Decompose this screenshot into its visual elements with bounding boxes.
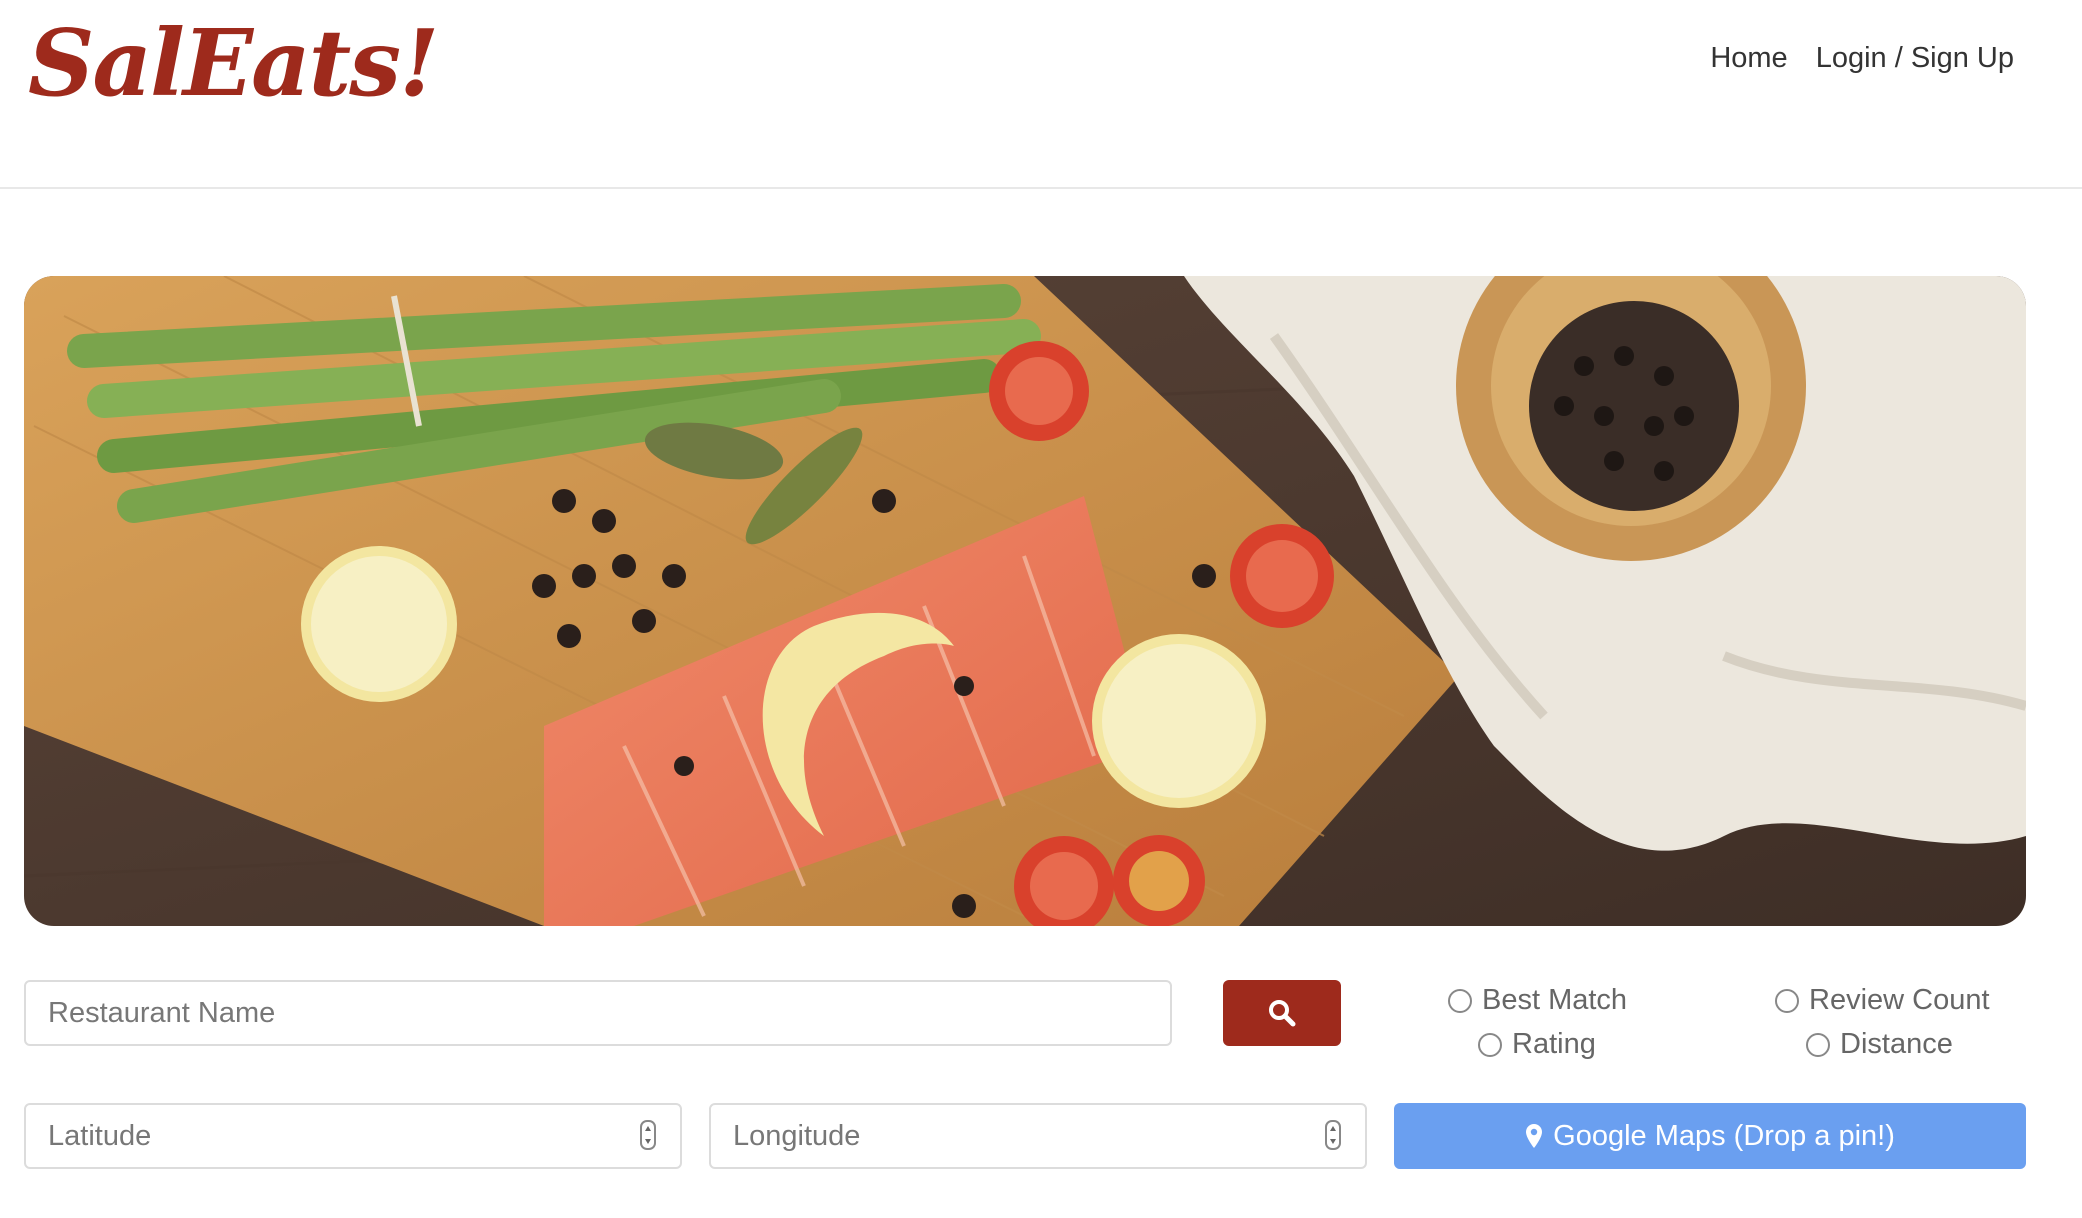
radio-label: Best Match [1482, 984, 1628, 1016]
latitude-field-wrap [24, 1103, 682, 1169]
radio-button[interactable] [1478, 1032, 1502, 1057]
google-maps-button-label: Google Maps (Drop a pin!) [1553, 1119, 1895, 1152]
longitude-input[interactable] [709, 1103, 1367, 1169]
google-maps-button[interactable]: Google Maps (Drop a pin!) [1394, 1103, 2026, 1169]
nav-login-link[interactable]: Login / Sign Up [1816, 42, 2014, 75]
main-nav: Home Login / Sign Up [1710, 42, 2014, 75]
hero-image [24, 276, 2026, 926]
hero-food-illustration [24, 276, 2026, 926]
radio-label: Rating [1512, 1028, 1596, 1060]
sort-radio-best-match[interactable]: Best Match [1448, 984, 1627, 1017]
restaurant-name-input[interactable] [24, 980, 1172, 1046]
sort-radio-distance[interactable]: Distance [1806, 1028, 1953, 1061]
longitude-stepper-icon[interactable] [1325, 1120, 1341, 1150]
nav-home-link[interactable]: Home [1710, 42, 1787, 75]
radio-button[interactable] [1448, 988, 1472, 1013]
map-pin-icon [1526, 1124, 1543, 1148]
radio-button[interactable] [1775, 988, 1799, 1013]
radio-label: Review Count [1809, 984, 1990, 1016]
sort-radio-rating[interactable]: Rating [1478, 1028, 1596, 1061]
logo[interactable]: SalEats! [28, 8, 439, 118]
longitude-field-wrap [709, 1103, 1367, 1169]
search-button[interactable] [1223, 980, 1341, 1046]
header-divider [0, 187, 2082, 189]
latitude-input[interactable] [24, 1103, 682, 1169]
radio-label: Distance [1840, 1028, 1953, 1060]
search-icon [1269, 1000, 1296, 1027]
radio-button[interactable] [1806, 1032, 1830, 1057]
sort-radio-review-count[interactable]: Review Count [1775, 984, 1990, 1017]
latitude-stepper-icon[interactable] [640, 1120, 656, 1150]
